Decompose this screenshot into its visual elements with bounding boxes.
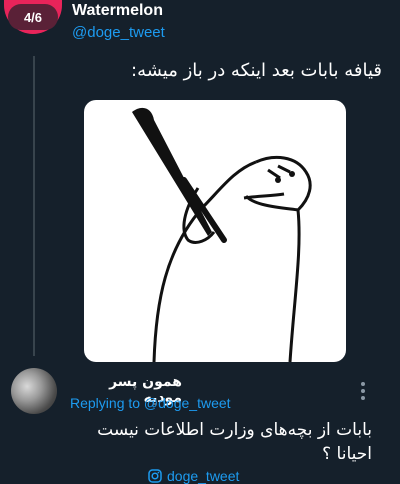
reply-text: بابات از بچه‌های وزارت اطلاعات نیست احیا… xyxy=(72,418,372,466)
author-display-name[interactable]: Watermelon xyxy=(72,2,163,20)
tweet-media-image[interactable] xyxy=(84,100,346,362)
thread-connector-line xyxy=(33,56,35,356)
tweet-text: قیافه بابات بعد اینکه در باز میشه: xyxy=(131,60,382,81)
watermark: doge_tweet xyxy=(148,468,239,484)
thread-position-badge: 4/6 xyxy=(4,0,62,34)
reply-author-avatar[interactable] xyxy=(11,368,57,414)
reply-text-line-2: احیانا ؟ xyxy=(322,444,372,464)
watermark-handle: doge_tweet xyxy=(167,468,240,484)
thread-position-label: 4/6 xyxy=(8,4,58,30)
author-handle[interactable]: @doge_tweet xyxy=(72,24,165,41)
instagram-icon xyxy=(148,469,162,483)
man-with-bat-drawing xyxy=(132,107,312,362)
more-options-icon[interactable] xyxy=(356,380,370,402)
replying-to-link[interactable]: Replying to @doge_tweet xyxy=(70,395,231,411)
reply-text-line-1: بابات از بچه‌های وزارت اطلاعات نیست xyxy=(97,420,372,440)
